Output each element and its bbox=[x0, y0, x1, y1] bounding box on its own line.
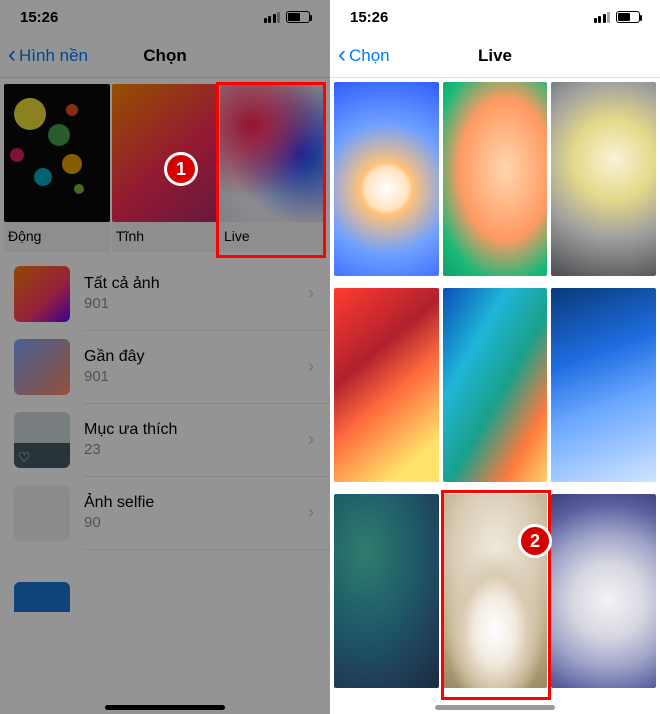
home-indicator[interactable] bbox=[435, 705, 555, 710]
screen-choose: 15:26 ‹ Hình nền Chọn Động Tĩnh Live bbox=[0, 0, 330, 714]
nav-bar: ‹ Hình nền Chọn bbox=[0, 34, 330, 78]
album-title: Tất cả ảnh bbox=[84, 275, 294, 293]
album-live-photos[interactable] bbox=[0, 550, 330, 618]
category-label: Tĩnh bbox=[112, 222, 218, 252]
battery-icon bbox=[286, 11, 310, 23]
album-text: Ảnh selfie 90 bbox=[84, 494, 294, 531]
album-count: 901 bbox=[84, 368, 294, 385]
album-title: Mục ưa thích bbox=[84, 421, 294, 439]
category-thumb-stills bbox=[112, 84, 218, 222]
status-bar: 15:26 bbox=[0, 0, 330, 34]
category-label: Động bbox=[4, 222, 110, 252]
album-thumb bbox=[14, 339, 70, 395]
album-text: Tất cả ảnh 901 bbox=[84, 275, 294, 312]
screen-live: 15:26 ‹ Chọn Live 2 bbox=[330, 0, 660, 714]
album-count: 23 bbox=[84, 441, 294, 458]
album-title: Gần đây bbox=[84, 348, 294, 366]
category-thumb-dynamic bbox=[4, 84, 110, 222]
chevron-right-icon: › bbox=[308, 356, 314, 377]
status-time: 15:26 bbox=[20, 9, 58, 26]
album-favorites[interactable]: Mục ưa thích 23 › bbox=[0, 404, 330, 476]
battery-icon bbox=[616, 11, 640, 23]
wallpaper-tile[interactable] bbox=[334, 494, 439, 688]
home-indicator[interactable] bbox=[105, 705, 225, 710]
category-live[interactable]: Live bbox=[220, 84, 326, 252]
chevron-right-icon: › bbox=[308, 502, 314, 523]
category-stills[interactable]: Tĩnh bbox=[112, 84, 218, 252]
category-row: Động Tĩnh Live bbox=[0, 78, 330, 252]
signal-icon bbox=[264, 12, 281, 23]
wallpaper-tile[interactable] bbox=[551, 82, 656, 276]
signal-icon bbox=[594, 12, 611, 23]
wallpaper-tile[interactable] bbox=[334, 288, 439, 482]
status-indicators bbox=[594, 11, 641, 23]
wallpaper-grid bbox=[330, 78, 660, 700]
back-button[interactable]: ‹ Hình nền bbox=[0, 44, 88, 68]
back-label: Hình nền bbox=[19, 46, 88, 66]
wallpaper-tile[interactable] bbox=[551, 288, 656, 482]
album-count: 90 bbox=[84, 514, 294, 531]
album-text: Mục ưa thích 23 bbox=[84, 421, 294, 458]
wallpaper-tile[interactable] bbox=[551, 494, 656, 688]
album-thumb bbox=[14, 266, 70, 322]
album-selfies[interactable]: Ảnh selfie 90 › bbox=[0, 477, 330, 549]
back-button[interactable]: ‹ Chọn bbox=[330, 44, 390, 68]
chevron-left-icon: ‹ bbox=[338, 43, 346, 67]
category-thumb-live bbox=[220, 84, 326, 222]
album-text: Gần đây 901 bbox=[84, 348, 294, 385]
chevron-right-icon: › bbox=[308, 283, 314, 304]
nav-bar: ‹ Chọn Live bbox=[330, 34, 660, 78]
album-thumb bbox=[14, 582, 70, 612]
back-label: Chọn bbox=[349, 46, 390, 66]
status-indicators bbox=[264, 11, 311, 23]
wallpaper-tile[interactable] bbox=[443, 82, 548, 276]
category-dynamic[interactable]: Động bbox=[4, 84, 110, 252]
album-list: Tất cả ảnh 901 › Gần đây 901 › Mục ưa th… bbox=[0, 252, 330, 618]
album-count: 901 bbox=[84, 295, 294, 312]
album-thumb bbox=[14, 412, 70, 468]
album-title: Ảnh selfie bbox=[84, 494, 294, 512]
album-thumb bbox=[14, 485, 70, 541]
category-label: Live bbox=[220, 222, 326, 252]
wallpaper-tile[interactable] bbox=[443, 288, 548, 482]
wallpaper-tile-selected[interactable] bbox=[443, 494, 548, 688]
status-bar: 15:26 bbox=[330, 0, 660, 34]
wallpaper-tile[interactable] bbox=[334, 82, 439, 276]
chevron-left-icon: ‹ bbox=[8, 43, 16, 67]
album-recent[interactable]: Gần đây 901 › bbox=[0, 331, 330, 403]
status-time: 15:26 bbox=[350, 9, 388, 26]
album-all-photos[interactable]: Tất cả ảnh 901 › bbox=[0, 258, 330, 330]
chevron-right-icon: › bbox=[308, 429, 314, 450]
